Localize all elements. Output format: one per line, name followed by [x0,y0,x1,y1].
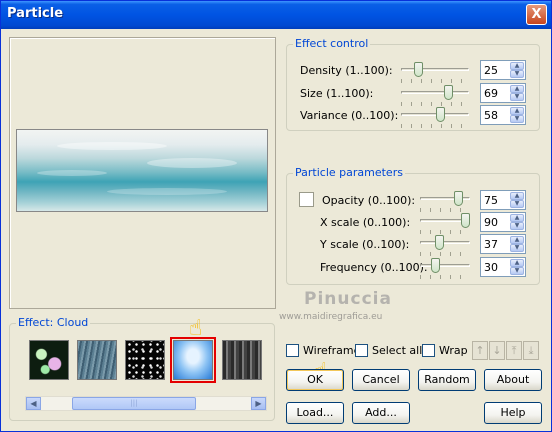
scrollbar-thumb[interactable]: ||| [72,397,196,410]
add-button[interactable]: Add... [352,402,410,424]
y-scale-label: Y scale (0..100): [320,238,410,251]
thumbnail-cloud[interactable] [173,340,213,380]
thumbnail-smoke[interactable] [222,340,262,380]
spin-up-icon[interactable]: ▲ [510,259,524,267]
size-slider[interactable] [401,84,469,106]
about-button[interactable]: About [484,369,542,391]
frequency-value: 30 [484,261,498,274]
load-button[interactable]: Load... [286,402,344,424]
ok-button[interactable]: OK [286,369,344,391]
close-icon: X [531,7,542,22]
variance-value: 58 [484,109,498,122]
frequency-slider[interactable] [420,257,470,279]
watermark-name: Pinuccia [304,289,392,309]
spin-up-icon[interactable]: ▲ [510,85,524,93]
variance-label: Variance (0..100): [300,109,399,122]
size-value: 69 [484,87,498,100]
opacity-spinner[interactable]: 75 ▲ ▼ [480,190,526,210]
spin-down-icon[interactable]: ▼ [510,70,524,78]
spin-up-icon[interactable]: ▲ [510,236,524,244]
size-spinner[interactable]: 69 ▲ ▼ [480,83,526,103]
spin-up-icon[interactable]: ▲ [510,214,524,222]
frequency-spinner[interactable]: 30 ▲ ▼ [480,257,526,277]
thumbnail-stars[interactable] [125,340,165,380]
thumbnail-bokeh[interactable] [29,340,69,380]
scroll-left-icon[interactable]: ◀ [26,397,41,410]
y-scale-spinner[interactable]: 37 ▲ ▼ [480,234,526,254]
cancel-button[interactable]: Cancel [352,369,410,391]
select-all-checkbox[interactable] [355,344,368,357]
help-button[interactable]: Help [484,402,542,424]
x-scale-slider[interactable] [420,212,470,234]
x-scale-spinner[interactable]: 90 ▲ ▼ [480,212,526,232]
opacity-label: Opacity (0..100): [322,194,416,207]
size-label: Size (1..100): [300,87,374,100]
spin-down-icon[interactable]: ▼ [510,267,524,275]
spin-up-icon[interactable]: ▲ [510,107,524,115]
spin-down-icon[interactable]: ▼ [510,93,524,101]
variance-spinner[interactable]: 58 ▲ ▼ [480,105,526,125]
arrow-top-icon[interactable]: ⤒ [506,341,522,360]
particle-parameters-legend: Particle parameters [293,166,405,179]
wrap-label[interactable]: Wrap [439,344,468,357]
wireframe-label[interactable]: Wireframe [303,344,360,357]
select-all-label[interactable]: Select all [372,344,422,357]
x-scale-label: X scale (0..100): [320,216,411,229]
opacity-checkbox[interactable] [299,192,314,207]
thumbnail-rain[interactable] [77,340,117,380]
particle-dialog: Particle X Effect control Density (1..10… [0,0,552,432]
arrow-bottom-icon[interactable]: ⤓ [523,341,539,360]
arrow-up-icon[interactable]: ↑ [472,341,488,360]
preview-image [16,129,268,212]
wireframe-checkbox[interactable] [286,344,299,357]
pointing-hand-icon: ☝ [189,316,203,341]
spin-up-icon[interactable]: ▲ [510,62,524,70]
spin-down-icon[interactable]: ▼ [510,200,524,208]
wrap-checkbox[interactable] [422,344,435,357]
title-bar[interactable]: Particle X [1,1,551,29]
spin-down-icon[interactable]: ▼ [510,222,524,230]
frequency-label: Frequency (0..100): [320,261,428,274]
effect-legend: Effect: Cloud [16,316,91,329]
close-button[interactable]: X [526,4,547,25]
thumbnail-scrollbar[interactable]: ◀ ||| ▶ [25,396,267,411]
x-scale-value: 90 [484,216,498,229]
watermark-url: www.maidiregrafica.eu [279,312,383,322]
density-slider[interactable] [401,61,469,83]
spin-down-icon[interactable]: ▼ [510,244,524,252]
opacity-value: 75 [484,194,498,207]
window-title: Particle [7,6,64,21]
arrow-down-icon[interactable]: ↓ [489,341,505,360]
random-button[interactable]: Random [418,369,476,391]
variance-slider[interactable] [401,106,469,128]
density-label: Density (1..100): [300,64,393,77]
scroll-right-icon[interactable]: ▶ [251,397,266,410]
spin-up-icon[interactable]: ▲ [510,192,524,200]
spin-down-icon[interactable]: ▼ [510,115,524,123]
density-value: 25 [484,64,498,77]
y-scale-slider[interactable] [420,234,470,256]
density-spinner[interactable]: 25 ▲ ▼ [480,60,526,80]
y-scale-value: 37 [484,238,498,251]
effect-control-legend: Effect control [293,37,371,50]
opacity-slider[interactable] [420,190,470,212]
